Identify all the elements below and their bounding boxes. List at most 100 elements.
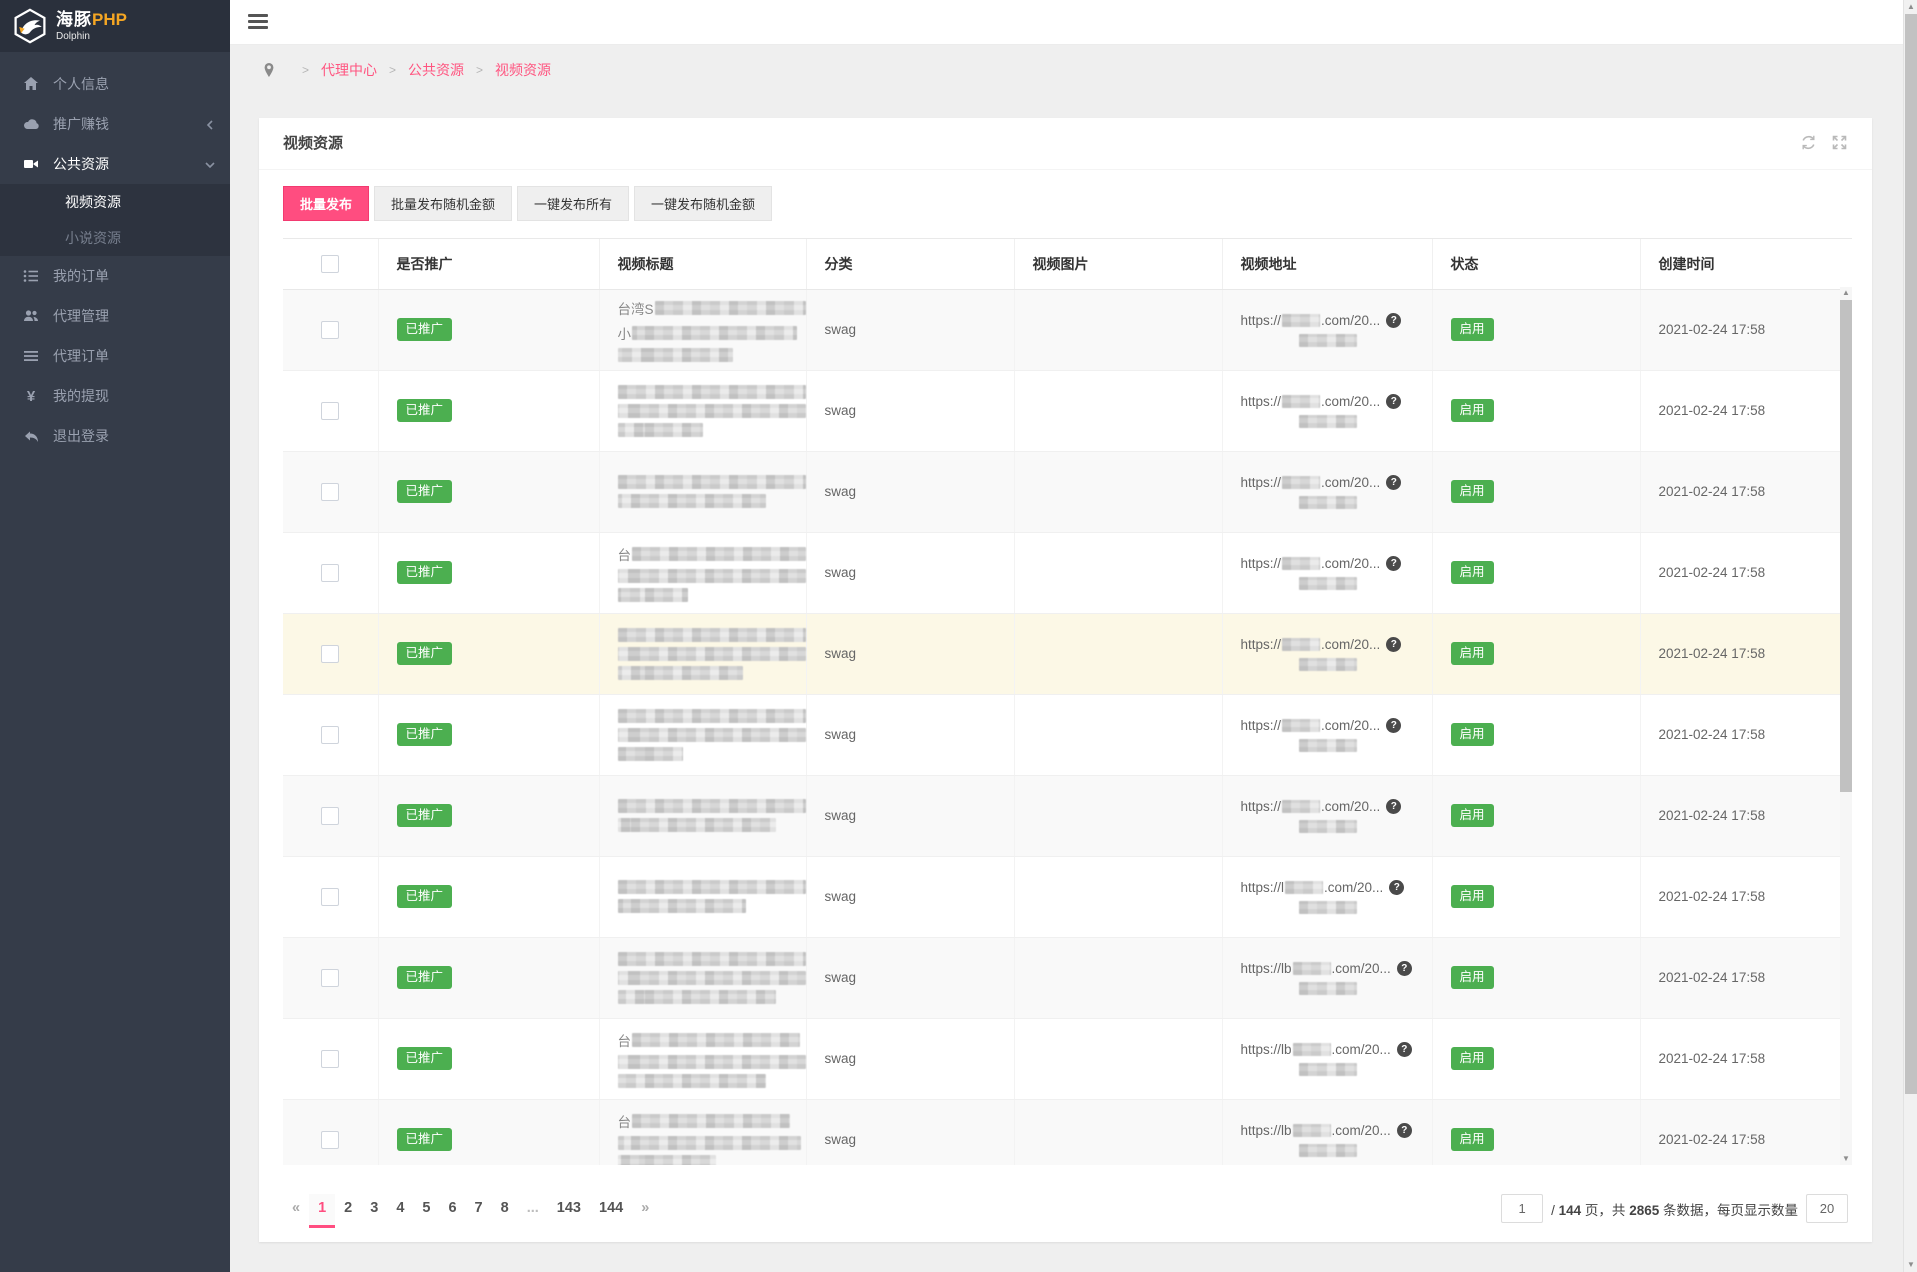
brand-en: PHP (92, 10, 127, 29)
url-sub-redacted-block (1299, 334, 1357, 347)
status-badge: 启用 (1451, 561, 1494, 584)
video-image-cell (1014, 1018, 1222, 1099)
row-checkbox[interactable] (321, 321, 339, 339)
sidebar-item-novel-resources[interactable]: 小说资源 (0, 220, 230, 256)
breadcrumb-link-public-resources[interactable]: 公共资源 (408, 60, 464, 80)
help-icon[interactable]: ? (1397, 1042, 1412, 1057)
fullscreen-icon[interactable] (1831, 134, 1848, 151)
table-row: 已推广 台湾S小 swag https://.com/20... ? 启用 20… (283, 289, 1852, 370)
row-checkbox[interactable] (321, 1050, 339, 1068)
hamburger-menu-icon[interactable] (248, 14, 268, 30)
browser-scrollbar-thumb[interactable] (1905, 14, 1917, 1094)
video-image-cell (1014, 289, 1222, 370)
video-image-cell (1014, 694, 1222, 775)
batch-publish-button[interactable]: 批量发布 (283, 186, 369, 221)
video-image-cell (1014, 775, 1222, 856)
help-icon[interactable]: ? (1386, 556, 1401, 571)
action-toolbar: 批量发布 批量发布随机金额 一键发布所有 一键发布随机金额 (283, 186, 772, 221)
breadcrumb-link-video-resources[interactable]: 视频资源 (495, 60, 551, 80)
row-checkbox[interactable] (321, 402, 339, 420)
row-checkbox[interactable] (321, 564, 339, 582)
table-scrollbar[interactable]: ▲ ▼ (1840, 287, 1852, 1165)
help-icon[interactable]: ? (1386, 475, 1401, 490)
page-next[interactable]: » (632, 1194, 658, 1228)
scroll-up-arrow-icon[interactable]: ▲ (1840, 287, 1852, 299)
url-sub-redacted-block (1299, 1144, 1357, 1157)
video-url: https://.com/20... ? (1241, 799, 1432, 814)
sidebar-item-my-orders[interactable]: 我的订单 (0, 256, 230, 296)
page-number-input[interactable] (1501, 1194, 1543, 1223)
card-header: 视频资源 (259, 118, 1872, 170)
row-checkbox[interactable] (321, 1131, 339, 1149)
page-prev[interactable]: « (283, 1194, 309, 1228)
refresh-icon[interactable] (1800, 134, 1817, 151)
breadcrumb-link-agent-center[interactable]: 代理中心 (321, 60, 377, 80)
url-redacted-block (1282, 476, 1320, 489)
help-icon[interactable]: ? (1389, 880, 1404, 895)
sidebar-item-my-withdrawals[interactable]: ¥ 我的提现 (0, 376, 230, 416)
scrollbar-up-arrow-icon[interactable]: ▲ (1904, 0, 1917, 14)
help-icon[interactable]: ? (1397, 961, 1412, 976)
row-checkbox[interactable] (321, 807, 339, 825)
page-7[interactable]: 7 (466, 1194, 492, 1228)
url-sub-redacted-block (1299, 496, 1357, 509)
help-icon[interactable]: ? (1386, 313, 1401, 328)
col-header-video-url: 视频地址 (1222, 239, 1432, 289)
content-card: 视频资源 批量发布 批量发布随机金额 一键发布所有 一键发布随机金额 是否推广 (259, 118, 1872, 1242)
help-icon[interactable]: ? (1386, 799, 1401, 814)
status-badge: 启用 (1451, 966, 1494, 989)
created-time: 2021-02-24 17:58 (1659, 889, 1766, 904)
scroll-down-arrow-icon[interactable]: ▼ (1840, 1153, 1852, 1165)
category-label: swag (825, 565, 857, 580)
browser-scrollbar[interactable]: ▲ ▼ (1903, 0, 1917, 1272)
sidebar-item-promote[interactable]: 推广赚钱 (0, 104, 230, 144)
url-redacted-block (1282, 314, 1320, 327)
help-icon[interactable]: ? (1397, 1123, 1412, 1138)
page-6[interactable]: 6 (439, 1194, 465, 1228)
created-time: 2021-02-24 17:58 (1659, 1132, 1766, 1147)
status-badge: 启用 (1451, 1128, 1494, 1151)
table-scrollbar-thumb[interactable] (1840, 300, 1852, 792)
promoted-badge: 已推广 (397, 399, 453, 422)
sidebar-item-agent-orders[interactable]: 代理订单 (0, 336, 230, 376)
help-icon[interactable]: ? (1386, 718, 1401, 733)
video-camera-icon (22, 155, 40, 173)
page-8[interactable]: 8 (492, 1194, 518, 1228)
sidebar-item-public-resources[interactable]: 公共资源 (0, 144, 230, 184)
row-checkbox[interactable] (321, 888, 339, 906)
page-4[interactable]: 4 (387, 1194, 413, 1228)
per-page-input[interactable] (1806, 1194, 1848, 1223)
page-144[interactable]: 144 (590, 1194, 632, 1228)
scrollbar-down-arrow-icon[interactable]: ▼ (1904, 1258, 1917, 1272)
help-icon[interactable]: ? (1386, 637, 1401, 652)
sidebar-item-profile[interactable]: 个人信息 (0, 64, 230, 104)
table-row: 已推广 swag https://l.com/20... ? 启用 2021-0… (283, 856, 1852, 937)
page-143[interactable]: 143 (548, 1194, 590, 1228)
sidebar-item-agent-management[interactable]: 代理管理 (0, 296, 230, 336)
status-badge: 启用 (1451, 642, 1494, 665)
page-5[interactable]: 5 (413, 1194, 439, 1228)
help-icon[interactable]: ? (1386, 394, 1401, 409)
category-label: swag (825, 808, 857, 823)
total-count: 2865 (1629, 1203, 1659, 1218)
batch-publish-random-amount-button[interactable]: 批量发布随机金额 (374, 186, 512, 221)
promoted-badge: 已推广 (397, 1047, 453, 1070)
row-checkbox[interactable] (321, 969, 339, 987)
row-checkbox[interactable] (321, 483, 339, 501)
row-checkbox[interactable] (321, 726, 339, 744)
breadcrumb: > 代理中心 > 公共资源 > 视频资源 (230, 57, 1630, 83)
one-key-publish-all-button[interactable]: 一键发布所有 (517, 186, 629, 221)
app-logo[interactable]: 海豚PHP Dolphin (0, 0, 230, 52)
page-1[interactable]: 1 (309, 1194, 335, 1228)
one-key-publish-random-amount-button[interactable]: 一键发布随机金额 (634, 186, 772, 221)
url-sub-redacted-block (1299, 1063, 1357, 1076)
page-2[interactable]: 2 (335, 1194, 361, 1228)
page-3[interactable]: 3 (361, 1194, 387, 1228)
sidebar-item-video-resources[interactable]: 视频资源 (0, 184, 230, 220)
sidebar-item-logout[interactable]: 退出登录 (0, 416, 230, 456)
select-all-checkbox[interactable] (321, 255, 339, 273)
url-redacted-block (1293, 1124, 1331, 1137)
row-checkbox[interactable] (321, 645, 339, 663)
created-time: 2021-02-24 17:58 (1659, 646, 1766, 661)
brand-subtitle: Dolphin (56, 32, 127, 42)
